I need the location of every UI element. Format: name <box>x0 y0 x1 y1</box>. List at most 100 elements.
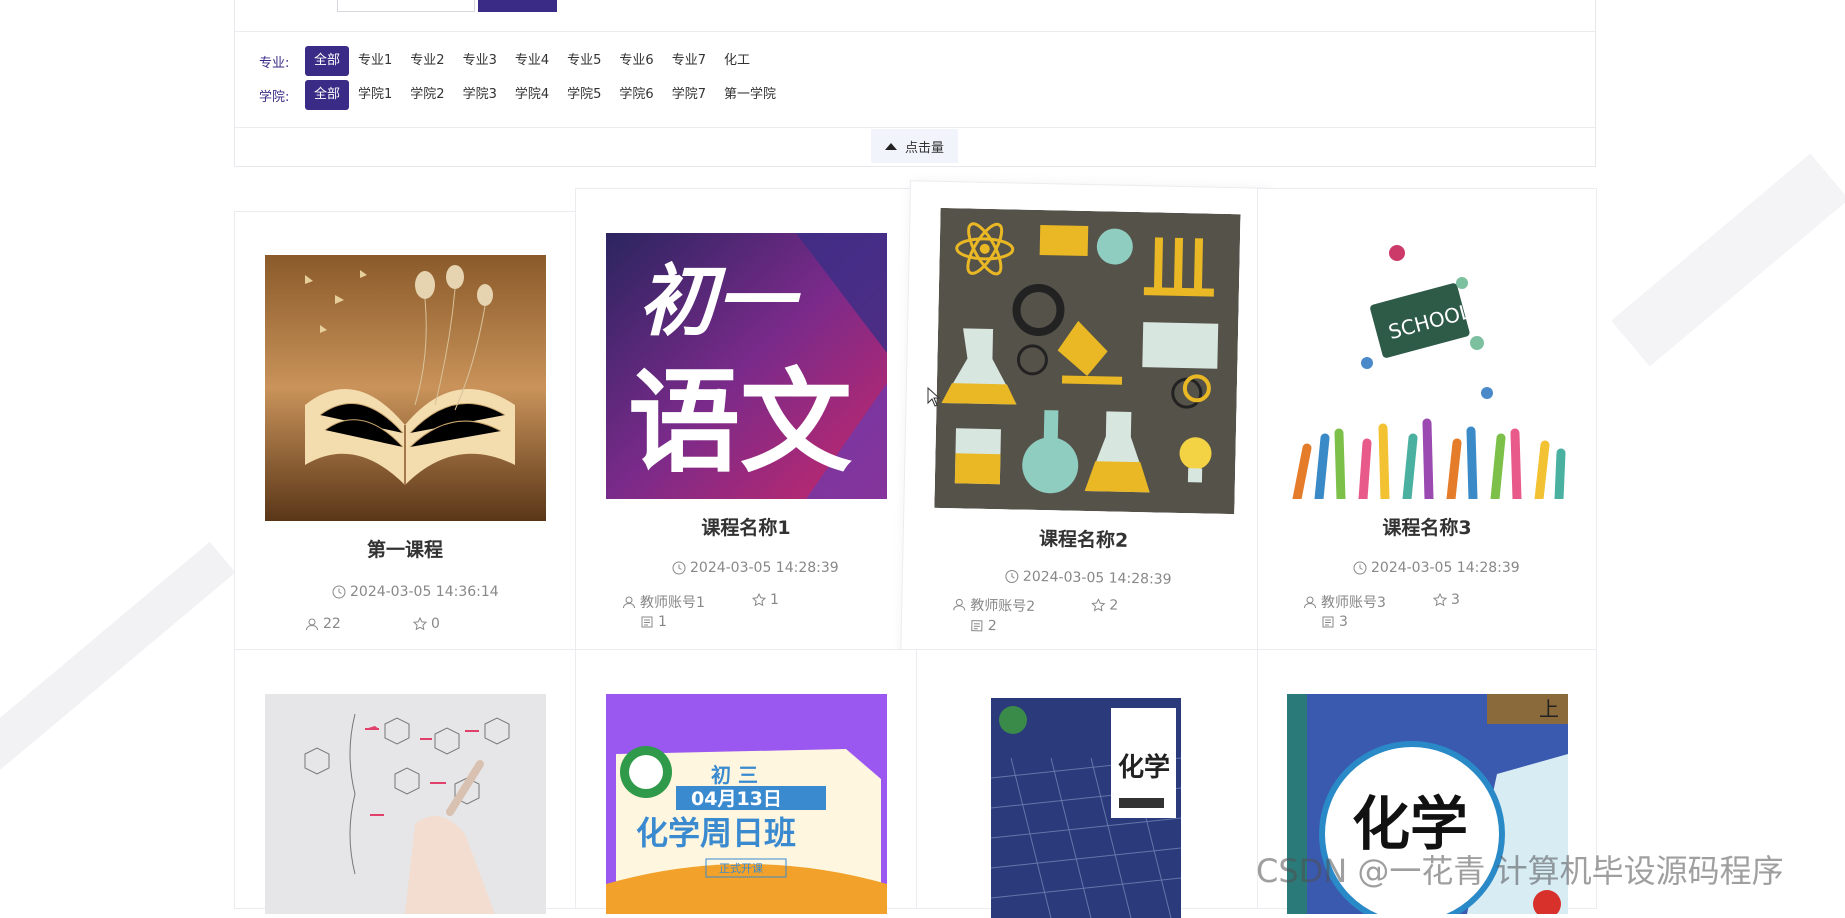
star-icon <box>1091 598 1106 612</box>
user-icon <box>1304 596 1316 609</box>
course-stars: 1 <box>752 592 779 608</box>
course-comments: 1 <box>640 614 667 630</box>
views-count: 22 <box>323 616 341 632</box>
major-filter-label: 专业: <box>259 55 290 71</box>
teacher-account: 教师账号2 <box>970 597 1036 615</box>
svg-text:初一: 初一 <box>638 257 801 347</box>
stars-count: 3 <box>1451 592 1460 608</box>
stars-count: 1 <box>770 592 779 608</box>
college-chip[interactable]: 学院7 <box>663 80 715 110</box>
college-chip[interactable]: 学院6 <box>610 80 662 110</box>
search-input[interactable] <box>337 0 475 12</box>
course-comments: 3 <box>1321 614 1348 630</box>
comments-count: 1 <box>658 614 667 630</box>
major-chip[interactable]: 专业4 <box>506 46 558 76</box>
course-card[interactable]: SCHOOL 课程名称3 2024-03-05 14:28:39 教师账号3 3… <box>1257 188 1597 651</box>
chemistry-book-image: 化学 <box>991 698 1181 918</box>
divider <box>235 127 1595 128</box>
clock-icon <box>1005 569 1019 583</box>
teacher-account: 教师账号1 <box>640 595 705 611</box>
course-time-text: 2024-03-05 14:28:39 <box>690 560 839 576</box>
course-time-text: 2024-03-05 14:36:14 <box>350 584 499 600</box>
svg-text:化学: 化学 <box>1118 752 1170 783</box>
college-chip[interactable]: 学院4 <box>506 80 558 110</box>
user-icon <box>953 598 966 611</box>
college-chip[interactable]: 学院2 <box>401 80 453 110</box>
svg-text:语文: 语文 <box>628 358 852 488</box>
course-teacher: 教师账号3 <box>1303 592 1386 612</box>
caret-up-icon <box>885 142 897 150</box>
school-hands-image: SCHOOL <box>1287 233 1568 499</box>
watermark: CSDN @一花青 计算机毕设源码程序 <box>1256 852 1784 890</box>
college-chip-all[interactable]: 全部 <box>305 80 350 110</box>
college-filter-row: 学院: 全部 学院1 学院2 学院3 学院4 学院5 学院6 学院7 第一学院 <box>259 80 785 110</box>
course-time-text: 2024-03-05 14:28:39 <box>1371 560 1520 576</box>
sort-label: 点击量 <box>905 140 945 156</box>
star-icon <box>413 617 427 631</box>
svg-text:正式开课: 正式开课 <box>719 862 763 875</box>
comment-icon <box>1322 616 1334 628</box>
background-decoration <box>0 541 236 779</box>
course-image: 初一 语文 <box>606 233 887 499</box>
major-chip[interactable]: 专业2 <box>401 46 453 76</box>
course-image: 化学 <box>991 698 1181 918</box>
course-image <box>934 207 1241 515</box>
course-card[interactable] <box>234 649 576 914</box>
course-card[interactable]: 化学 <box>916 649 1258 918</box>
course-card[interactable]: 初一 语文 课程名称1 2024-03-05 14:28:39 教师账号1 1 … <box>575 188 917 651</box>
course-image: 初 三 04月13日 化学周日班 正式开课 <box>606 694 887 914</box>
course-image <box>265 255 546 521</box>
star-icon <box>752 593 766 607</box>
major-chip[interactable]: 专业7 <box>663 46 715 76</box>
course-comments: 2 <box>970 617 997 635</box>
comment-icon <box>971 620 983 632</box>
course-card[interactable]: 第一课程 2024-03-05 14:36:14 22 0 <box>234 211 576 651</box>
course-teacher: 教师账号1 <box>622 592 705 612</box>
major-chip-all[interactable]: 全部 <box>305 46 350 76</box>
major-chip[interactable]: 专业1 <box>349 46 401 76</box>
course-time: 2024-03-05 14:28:39 <box>672 560 839 576</box>
chinese-poster-image: 初一 语文 <box>606 233 887 499</box>
course-card[interactable]: 课程名称2 2024-03-05 14:28:39 教师账号2 2 2 <box>899 180 1273 678</box>
stars-count: 2 <box>1109 597 1119 614</box>
course-time-text: 2024-03-05 14:28:39 <box>1022 568 1172 588</box>
comments-count: 3 <box>1339 614 1348 630</box>
course-views: 22 <box>305 616 341 632</box>
course-stars: 3 <box>1433 592 1460 608</box>
major-chip[interactable]: 专业6 <box>610 46 662 76</box>
teacher-account: 教师账号3 <box>1321 595 1386 611</box>
open-book-image <box>265 255 546 521</box>
divider <box>235 31 1595 32</box>
clock-icon <box>672 561 686 575</box>
course-image <box>265 694 546 914</box>
search-button[interactable] <box>478 0 557 12</box>
course-title[interactable]: 第一课程 <box>235 535 575 562</box>
college-chip[interactable]: 学院1 <box>349 80 401 110</box>
user-icon <box>306 618 318 631</box>
major-filter-row: 专业: 全部 专业1 专业2 专业3 专业4 专业5 专业6 专业7 化工 <box>259 46 759 76</box>
course-title[interactable]: 课程名称2 <box>903 521 1263 556</box>
college-chip[interactable]: 学院3 <box>454 80 506 110</box>
course-title[interactable]: 课程名称3 <box>1258 513 1596 540</box>
major-chip[interactable]: 专业3 <box>454 46 506 76</box>
college-chip[interactable]: 学院5 <box>558 80 610 110</box>
user-icon <box>623 596 635 609</box>
svg-text:上: 上 <box>1539 697 1559 721</box>
comments-count: 2 <box>987 617 997 635</box>
svg-text:04月13日: 04月13日 <box>691 788 782 810</box>
major-chip[interactable]: 化工 <box>715 46 759 76</box>
course-time: 2024-03-05 14:28:39 <box>1005 568 1172 588</box>
college-filter-label: 学院: <box>259 89 290 105</box>
clock-icon <box>332 585 346 599</box>
course-image: SCHOOL <box>1287 233 1568 499</box>
course-teacher: 教师账号2 <box>952 594 1035 616</box>
filter-panel: 专业: 全部 专业1 专业2 专业3 专业4 专业5 专业6 专业7 化工 学院… <box>234 0 1596 167</box>
college-chip[interactable]: 第一学院 <box>715 80 785 110</box>
stars-count: 0 <box>431 616 440 632</box>
course-title[interactable]: 课程名称1 <box>576 513 916 540</box>
sort-by-clicks-button[interactable]: 点击量 <box>871 129 959 163</box>
background-decoration <box>1611 153 1845 367</box>
major-chip[interactable]: 专业5 <box>558 46 610 76</box>
course-card[interactable]: 初 三 04月13日 化学周日班 正式开课 <box>575 649 917 914</box>
chemistry-poster-image: 初 三 04月13日 化学周日班 正式开课 <box>606 694 887 914</box>
